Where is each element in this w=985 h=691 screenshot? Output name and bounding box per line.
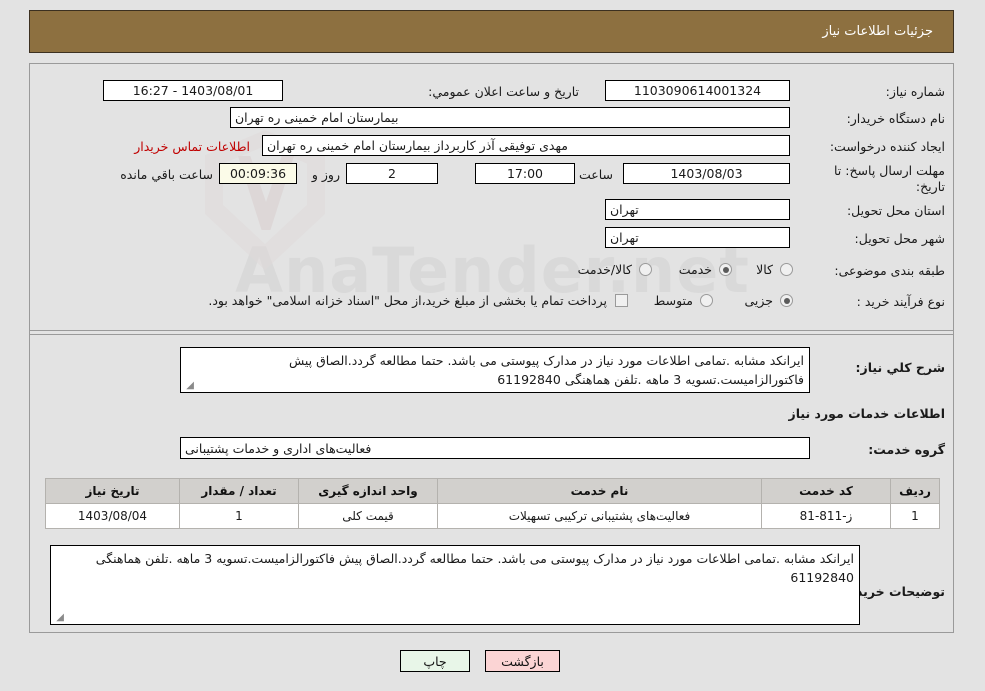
print-button[interactable]: چاپ xyxy=(400,650,470,672)
page-header: جزئیات اطلاعات نیاز xyxy=(29,10,954,53)
section-divider-top xyxy=(29,330,954,331)
page-title: جزئیات اطلاعات نیاز xyxy=(822,24,933,39)
section-divider-bottom xyxy=(29,334,954,335)
back-button[interactable]: بازگشت xyxy=(485,650,560,672)
main-panel xyxy=(29,63,954,633)
